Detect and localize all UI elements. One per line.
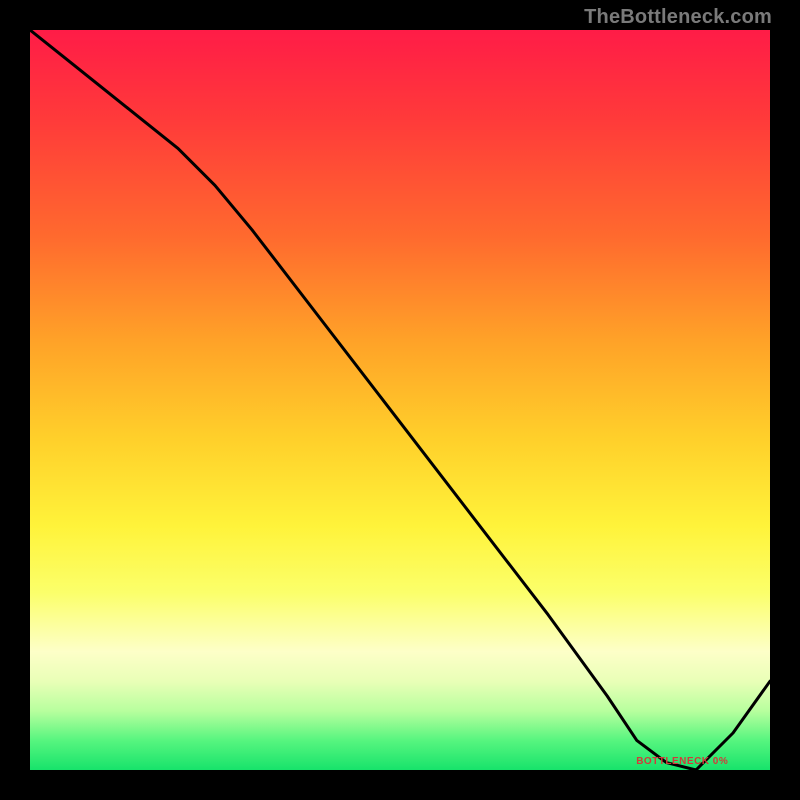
watermark-text: TheBottleneck.com xyxy=(584,6,772,29)
bottleneck-chart: TheBottleneck.com BOTTLENECK 0% xyxy=(0,0,800,800)
curve-svg xyxy=(30,30,770,770)
bottleneck-curve xyxy=(30,30,770,770)
bottleneck-zero-label: BOTTLENECK 0% xyxy=(636,756,728,767)
plot-area: BOTTLENECK 0% xyxy=(30,30,770,770)
